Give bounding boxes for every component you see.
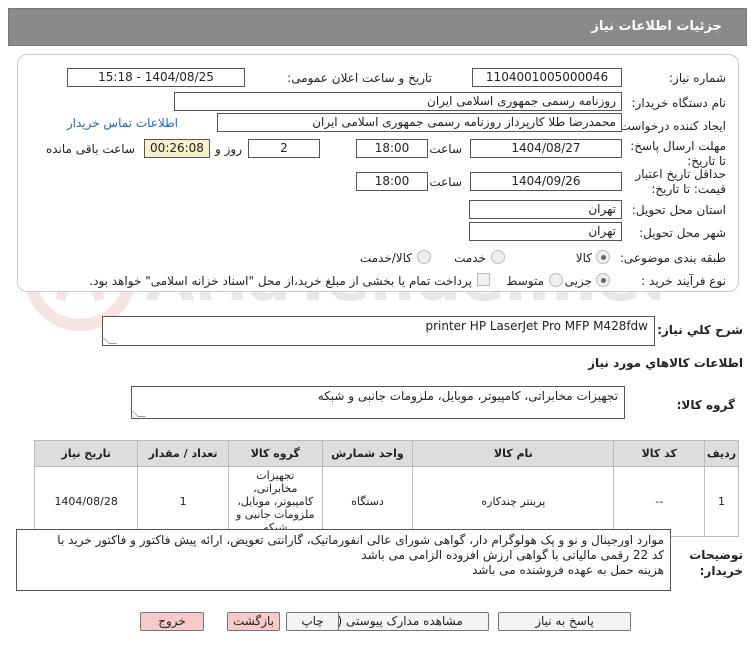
announce-label: تاریخ و ساعت اعلان عمومی:	[287, 71, 432, 85]
creator-label: ایجاد کننده درخواست:	[615, 119, 726, 133]
category-service-label: خدمت	[454, 251, 486, 265]
announce-field: 1404/08/25 - 15:18	[67, 68, 245, 87]
col-code: کد کالا	[613, 440, 706, 467]
general-desc-text: printer HP LaserJet Pro MFP M428fdw	[425, 319, 648, 333]
category-goods-service-radio[interactable]	[417, 250, 431, 264]
remaining-time-field: 00:26:08	[144, 139, 210, 158]
remaining-label: ساعت باقی مانده	[45, 142, 135, 156]
validity-time-field: 18:00	[356, 172, 428, 191]
category-goods-radio[interactable]	[596, 250, 610, 264]
col-row: ردیف	[704, 440, 739, 467]
buyer-label: نام دستگاه خریدار:	[631, 96, 727, 110]
notes-line-1: موارد اورجینال و نو و پک هولوگرام دار، گ…	[57, 533, 664, 547]
table-row: 1 -- پرینتر چندکاره دستگاه تجهیزات مخابر…	[33, 466, 739, 537]
treasury-payment-checkbox[interactable]	[477, 273, 490, 286]
col-group: گروه کالا	[227, 440, 323, 467]
resize-grip-icon[interactable]	[130, 409, 146, 417]
cell-row: 1	[704, 466, 739, 537]
category-label: طبقه بندی موضوعی:	[619, 251, 726, 265]
goods-group-text: تجهیزات مخابراتی، کامپیوتر، موبایل، ملزو…	[317, 389, 618, 403]
page-title: جزئیات اطلاعات نیاز	[591, 19, 722, 34]
category-service-radio[interactable]	[491, 250, 505, 264]
back-button[interactable]: بازگشت	[227, 612, 280, 631]
validity-label: حداقل تاریخ اعتبار قیمت: تا تاریخ:	[635, 167, 726, 196]
process-label: نوع فرآیند خرید :	[641, 274, 726, 288]
process-medium-radio[interactable]	[549, 273, 563, 287]
cell-date: 1404/08/28	[33, 466, 139, 537]
notes-line-2: کد 22 رقمی مالیاتی با گواهی ارزش افزوده …	[361, 548, 664, 562]
print-button[interactable]: چاپ	[286, 612, 339, 631]
deadline-date-field: 1404/08/27	[470, 139, 622, 158]
cell-group: تجهیزات مخابراتی، کامپیوتر، موبایل، ملزو…	[227, 466, 323, 537]
days-label: روز و	[215, 142, 242, 156]
need-number-field: 1104001005000046	[472, 68, 622, 87]
process-medium-label: متوسط	[506, 274, 544, 288]
cell-name: پرینتر چندکاره	[412, 466, 615, 537]
cell-qty: 1	[137, 466, 229, 537]
province-label: استان محل تحویل:	[631, 203, 726, 217]
treasury-payment-note: پرداخت تمام یا بخشی از مبلغ خرید،از محل …	[89, 274, 472, 288]
exit-button[interactable]: خروج	[140, 612, 204, 631]
general-desc-field: printer HP LaserJet Pro MFP M428fdw	[101, 316, 655, 346]
col-date: تاریخ نیاز	[33, 440, 139, 467]
col-qty: تعداد / مقدار	[137, 440, 229, 467]
general-desc-label: شرح کلي نياز:	[657, 323, 743, 337]
buyer-contact-link[interactable]: اطلاعات تماس خریدار	[67, 116, 178, 130]
category-goods-service-label: کالا/خدمت	[359, 251, 412, 265]
details-panel: شماره نیاز: 1104001005000046 تاریخ و ساع…	[17, 54, 739, 292]
page-header: جزئیات اطلاعات نیاز	[8, 8, 747, 46]
goods-group-label: گروه کالا:	[676, 398, 735, 412]
process-minor-label: جزیی	[564, 274, 592, 288]
table-header-row: ردیف کد کالا نام کالا واحد شمارش گروه کا…	[33, 440, 739, 467]
need-number-label: شماره نیاز:	[669, 71, 726, 85]
notes-line-3: هزینه حمل به عهده فروشنده می باشد	[472, 563, 664, 577]
goods-info-title: اطلاعات کالاهاي مورد نياز	[588, 356, 743, 370]
category-goods-label: کالا	[575, 251, 592, 265]
cell-unit: دستگاه	[321, 466, 414, 537]
buyer-field: روزنامه رسمی جمهوری اسلامی ایران	[174, 92, 622, 111]
validity-time-label: ساعت	[429, 175, 462, 189]
goods-table: ردیف کد کالا نام کالا واحد شمارش گروه کا…	[33, 440, 739, 537]
resize-grip-icon[interactable]	[101, 336, 117, 344]
process-minor-radio[interactable]	[596, 273, 610, 287]
goods-group-field: تجهیزات مخابراتی، کامپیوتر، موبایل، ملزو…	[130, 386, 625, 419]
col-name: نام کالا	[412, 440, 615, 467]
city-field: تهران	[469, 222, 622, 241]
deadline-label: مهلت ارسال پاسخ: تا تاریخ:	[630, 139, 726, 168]
reply-button[interactable]: پاسخ به نیاز	[498, 612, 631, 631]
deadline-time-label: ساعت	[429, 142, 462, 156]
buyer-notes-label: توضیحات خریدار:	[689, 548, 743, 578]
cell-code: --	[613, 466, 706, 537]
province-field: تهران	[469, 200, 622, 219]
city-label: شهر محل تحویل:	[639, 226, 726, 240]
creator-field: محمدرضا طلا کارپرداز روزنامه رسمی جمهوری…	[217, 113, 622, 132]
buyer-notes-field: موارد اورجینال و نو و پک هولوگرام دار، گ…	[16, 529, 671, 591]
col-unit: واحد شمارش	[321, 440, 414, 467]
days-field: 2	[248, 139, 320, 158]
validity-date-field: 1404/09/26	[470, 172, 622, 191]
deadline-time-field: 18:00	[356, 139, 428, 158]
